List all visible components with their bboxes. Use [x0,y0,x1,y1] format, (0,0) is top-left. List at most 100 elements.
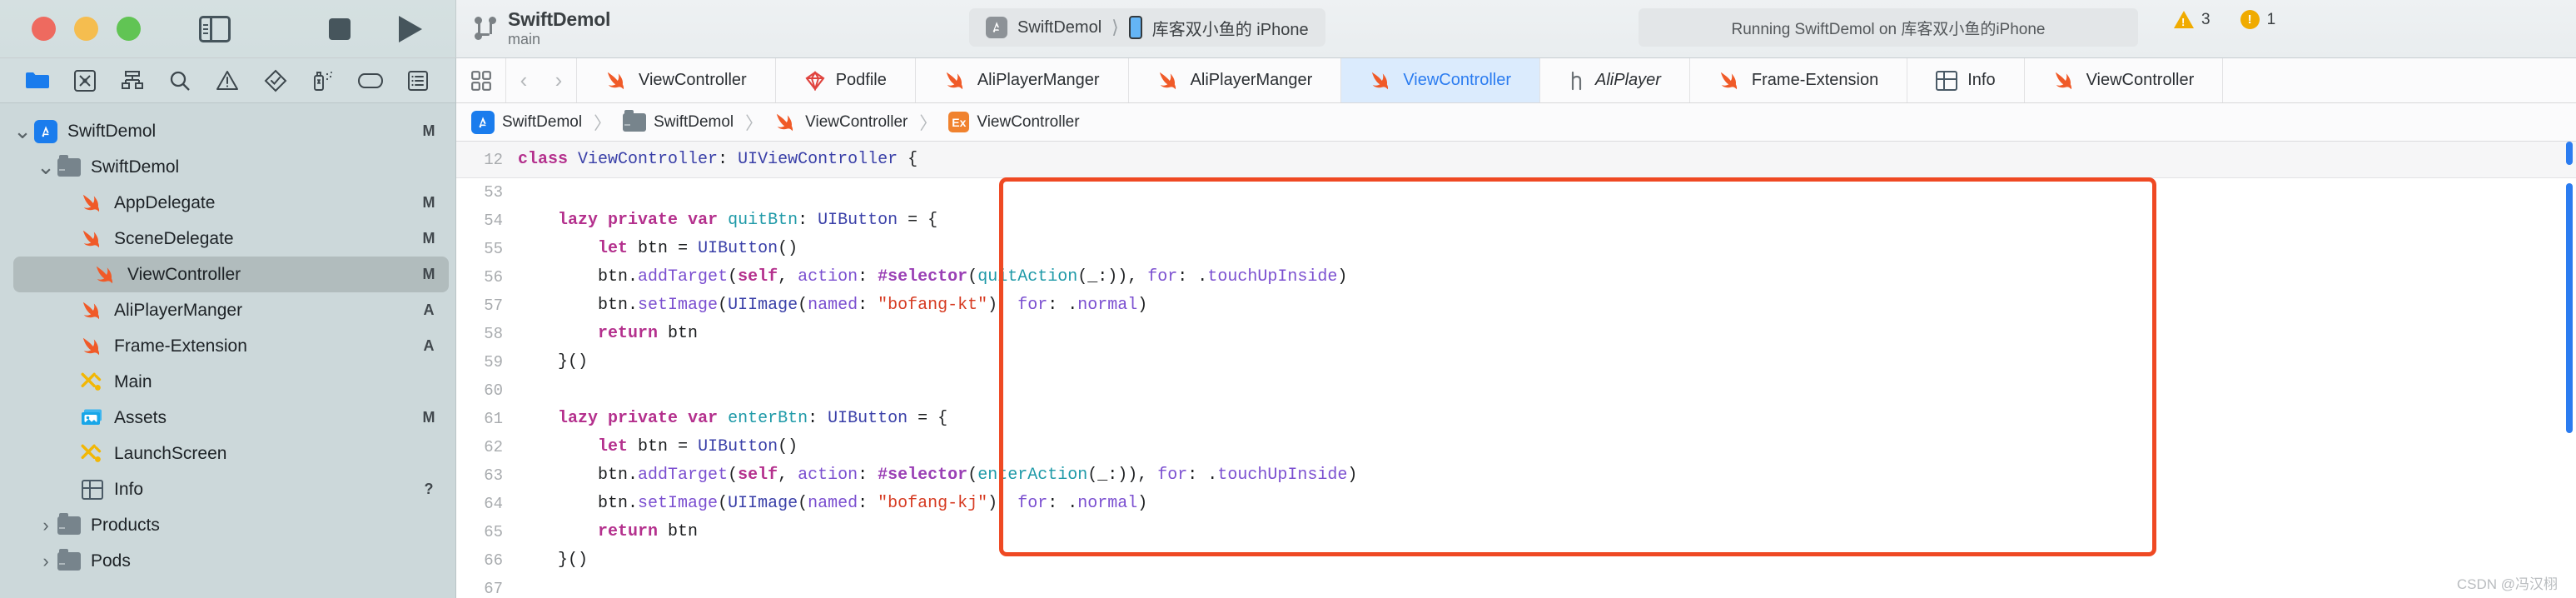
forward-button[interactable]: › [541,67,576,93]
navigator-item-launchscreen[interactable]: LaunchScreen [0,436,455,471]
issues-badge[interactable]: ! 1 [2240,10,2276,29]
search-button[interactable] [157,58,204,103]
header-icon [1569,71,1585,91]
source-control-button[interactable] [61,58,108,103]
tab-viewcontroller[interactable]: ViewController [1341,58,1540,102]
code-line[interactable]: 63 btn.addTarget(self, action: #selector… [456,461,2576,490]
stop-icon[interactable] [329,17,351,40]
swift-icon [1718,71,1742,91]
tab-overview-button[interactable] [456,58,506,102]
tab-viewcontroller[interactable]: ViewController [577,58,776,102]
navigator-item-appdelegate[interactable]: AppDelegate M [0,185,455,221]
play-icon[interactable] [399,15,422,42]
navigator-item-swiftdemol[interactable]: ⌄ SwiftDemol M [0,113,455,149]
tab-aliplayer[interactable]: AliPlayer [1540,58,1690,102]
debug-spray-button[interactable] [299,58,346,103]
code-line[interactable]: 59 }() [456,348,2576,376]
code-line[interactable]: 53 [456,178,2576,207]
chevron-right-icon: ⟩ [1111,17,1119,37]
navigator-item-main[interactable]: Main [0,364,455,400]
breadcrumb-separator: 〉 [919,113,937,133]
code-line[interactable]: 58 return btn [456,320,2576,348]
tab-viewcontroller[interactable]: ViewController [2025,58,2224,102]
navigator-item-label: ViewController [127,264,241,284]
activity-view[interactable]: Running SwiftDemol on 库客双小鱼的iPhone [1639,8,2138,47]
navigator-item-assets[interactable]: Assets M [0,400,455,436]
branch-label: main [508,31,541,48]
chevron-down-icon[interactable]: ⌄ [13,118,32,144]
line-number: 65 [484,523,503,541]
code-line[interactable]: 57 btn.setImage(UIImage(named: "bofang-k… [456,292,2576,320]
line-number: 63 [484,466,503,485]
pinned-line-number: 12 [484,150,503,169]
code-line[interactable]: 62 let btn = UIButton() [456,433,2576,461]
tab-info[interactable]: Info [1907,58,2025,102]
page-title: SwiftDemol [508,8,611,31]
line-text: lazy private var quitBtn: UIButton = { [558,211,938,230]
breadcrumb-label: SwiftDemol [654,112,734,131]
code-editor[interactable]: 12 class ViewController: UIViewControlle… [456,142,2576,598]
folder-icon [55,154,83,177]
tab-label: AliPlayer [1595,71,1661,89]
minimize-button[interactable] [74,17,98,41]
breadcrumb-item-2[interactable]: ViewController [774,112,908,132]
plist-icon [1936,70,1958,91]
extension-badge-icon: Ex [948,112,970,132]
folder-button[interactable] [13,58,61,103]
symbol-hierarchy-button[interactable] [108,58,156,103]
scheme-selector[interactable]: SwiftDemol ⟩ 库客双小鱼的 iPhone [969,8,1325,47]
code-line[interactable]: 54 lazy private var quitBtn: UIButton = … [456,207,2576,235]
navigator-item-info[interactable]: Info? [0,471,455,507]
breakpoint-tag-button[interactable] [347,58,395,103]
code-line[interactable]: 65 return btn [456,518,2576,546]
navigator-item-aliplayermanger[interactable]: AliPlayerManger A [0,292,455,328]
code-line[interactable]: 56 btn.addTarget(self, action: #selector… [456,263,2576,292]
code-lines[interactable]: 53 54 lazy private var quitBtn: UIButton … [456,142,2576,598]
breadcrumb-item-3[interactable]: Ex ViewController [948,112,1080,132]
code-line[interactable]: 61 lazy private var enterBtn: UIButton =… [456,405,2576,433]
breadcrumb-item-0[interactable]: SwiftDemol [471,110,582,134]
storyboard-icon [80,443,105,465]
navigator-item-pods[interactable]: › Pods [0,543,455,579]
tab-podfile[interactable]: Podfile [776,58,916,102]
zoom-button[interactable] [117,17,141,41]
report-list-button[interactable] [395,58,442,103]
warnings-badge[interactable]: 3 [2174,11,2210,29]
tab-aliplayermanger[interactable]: AliPlayerManger [1129,58,1342,102]
close-button[interactable] [32,17,56,41]
project-navigator-tree[interactable]: ⌄ SwiftDemol M ⌄ SwiftDemol AppDelegate M Scene… [0,103,455,598]
navigator-item-label: SwiftDemol [67,121,157,141]
tab-frame-extension[interactable]: Frame-Extension [1690,58,1908,102]
chevron-down-icon[interactable]: ⌄ [37,154,55,180]
navigator-item-scenedelegate[interactable]: SceneDelegate M [0,221,455,257]
issues-count: 1 [2266,10,2276,28]
navigator-item-products[interactable]: › Products [0,507,455,543]
code-line[interactable]: 64 btn.setImage(UIImage(named: "bofang-k… [456,490,2576,518]
back-button[interactable]: ‹ [506,67,541,93]
line-text: let btn = UIButton() [598,239,798,258]
xcode-window: SwiftDemol main SwiftDemol ⟩ 库客双小鱼的 iPho… [0,0,2576,598]
tab-aliplayermanger[interactable]: AliPlayerManger [916,58,1129,102]
test-diamond-button[interactable] [251,58,299,103]
code-line[interactable]: 55 let btn = UIButton() [456,235,2576,263]
vertical-scrollbar[interactable] [2566,183,2573,433]
status-badge: M [422,266,435,282]
breadcrumb-item-1[interactable]: SwiftDemol [623,109,734,132]
chevron-right-icon[interactable]: › [37,551,55,572]
navigator-item-frame-extension[interactable]: Frame-Extension A [0,328,455,364]
line-number: 58 [484,325,503,343]
swift-icon [81,193,104,213]
status-badge: M [422,122,435,139]
scrollbar-top-marker[interactable] [2566,142,2573,165]
navigator-item-viewcontroller[interactable]: ViewController M [13,257,449,292]
code-line[interactable]: 66 }() [456,546,2576,575]
navigator-item-label: SwiftDemol [91,157,180,177]
chevron-right-icon[interactable]: › [37,515,55,536]
issue-warning-button[interactable] [204,58,251,103]
code-line[interactable]: 67 [456,575,2576,598]
sidebar-toggle-button[interactable] [199,15,231,42]
navigator-item-swiftdemol[interactable]: ⌄ SwiftDemol [0,149,455,185]
code-line[interactable]: 60 [456,376,2576,405]
watermark: CSDN @冯汉栩 [2456,576,2558,592]
project-indicator[interactable]: SwiftDemol main [475,9,610,47]
